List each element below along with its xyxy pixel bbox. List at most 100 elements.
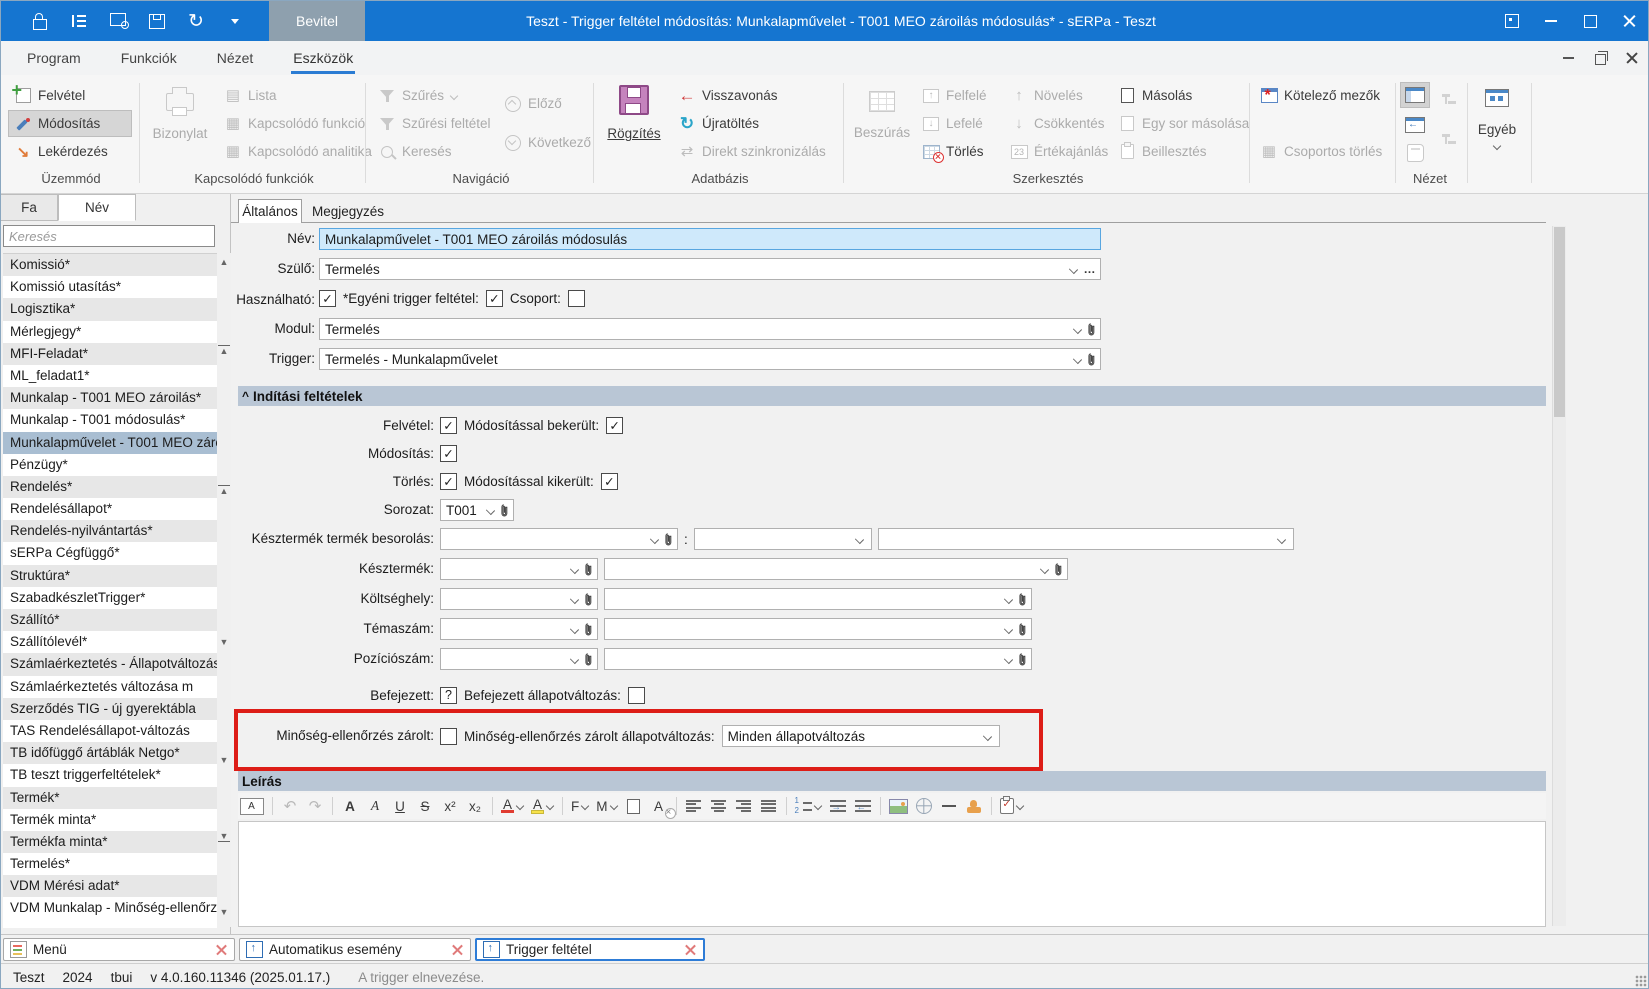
close-tab-icon[interactable] xyxy=(451,943,464,956)
chevron-down-icon[interactable] xyxy=(1003,594,1013,604)
insert-link-button[interactable] xyxy=(913,795,935,817)
ujratoltes-button[interactable]: ↻Újratöltés xyxy=(673,111,831,136)
list-item[interactable]: Munkalap - T001 MEO zároilás* xyxy=(3,387,217,409)
font-family-button[interactable]: F xyxy=(569,795,591,817)
szures-button[interactable]: Szűrés xyxy=(373,83,496,108)
refresh-button[interactable]: ↻ xyxy=(185,9,207,33)
stamp-button[interactable] xyxy=(963,795,985,817)
list-item[interactable]: TB időfüggő ártáblák Netgo* xyxy=(3,742,217,764)
list-item[interactable]: Mérlegjegy* xyxy=(3,321,217,343)
torles-button[interactable]: Törlés xyxy=(917,139,992,164)
kapcsolodo-analitika-button[interactable]: ▦Kapcsolódó analitika xyxy=(219,139,377,164)
tab-nezet[interactable]: Nézet xyxy=(215,43,256,73)
paperclip-icon[interactable] xyxy=(1017,592,1027,607)
hierarchy-button[interactable] xyxy=(68,9,90,33)
scroll-first-icon[interactable]: ▲ xyxy=(218,345,230,356)
lock-button[interactable] xyxy=(29,9,51,33)
underline-button[interactable]: U xyxy=(389,795,411,817)
section-inditasi-feltetelek[interactable]: ^ Indítási feltételek xyxy=(238,386,1546,406)
tab-program[interactable]: Program xyxy=(25,43,83,73)
subscript-button[interactable]: x₂ xyxy=(464,795,486,817)
mod-bekerult-checkbox[interactable]: ✓ xyxy=(606,417,623,434)
align-justify-button[interactable] xyxy=(758,795,780,817)
list-item[interactable]: Rendelésállapot* xyxy=(3,498,217,520)
list-item[interactable]: MFI-Feladat* xyxy=(3,343,217,365)
chevron-down-icon[interactable] xyxy=(983,731,993,741)
clear-format-button[interactable]: A xyxy=(648,795,670,817)
minoseg-allapot-dropdown[interactable]: Minden állapotváltozás xyxy=(722,725,1000,747)
paperclip-icon[interactable] xyxy=(583,592,593,607)
egy-sor-masolasa-button[interactable]: Egy sor másolása xyxy=(1113,111,1254,136)
close-tab-icon[interactable] xyxy=(684,943,697,956)
besorolas-dropdown-1[interactable] xyxy=(440,528,678,550)
modul-dropdown[interactable]: Termelés xyxy=(319,318,1101,340)
scroll-next-group2-icon[interactable]: ▼ xyxy=(218,755,230,765)
view-layout-button-2[interactable] xyxy=(1401,113,1429,137)
list-item[interactable]: Rendelés* xyxy=(3,476,217,498)
scroll-next-group-icon[interactable]: ▼ xyxy=(218,637,230,647)
doc-tab-automatikus-esemeny[interactable]: Automatikus esemény xyxy=(239,938,471,961)
elozo-button[interactable]: Előző xyxy=(499,91,596,116)
list-item[interactable]: ML_feladat1* xyxy=(3,365,217,387)
bizonylat-button[interactable]: Bizonylat xyxy=(147,83,213,173)
rogzites-button[interactable]: Rögzítés xyxy=(601,83,667,173)
chevron-down-icon[interactable] xyxy=(1277,534,1287,544)
description-editor[interactable] xyxy=(238,821,1546,927)
temaszam-dropdown-2[interactable] xyxy=(604,618,1032,640)
list-item[interactable]: Rendelés-nyilvántartás* xyxy=(3,520,217,542)
mdi-close-button[interactable] xyxy=(1617,45,1647,71)
chevron-down-icon[interactable] xyxy=(649,534,659,544)
szulo-dropdown[interactable]: Termelés … xyxy=(319,258,1101,280)
list-item[interactable]: TB teszt triggerfeltételek* xyxy=(3,764,217,786)
list-item[interactable]: Szállító* xyxy=(3,609,217,631)
list-item[interactable]: Komissió* xyxy=(3,254,217,276)
kotelezo-mezok-button[interactable]: Kötelező mezők xyxy=(1255,83,1385,108)
highlight-color-button[interactable]: A xyxy=(529,795,556,817)
sorozat-dropdown[interactable]: T001 xyxy=(440,499,514,521)
paperclip-icon[interactable] xyxy=(663,532,673,547)
paperclip-icon[interactable] xyxy=(1053,562,1063,577)
chevron-down-icon[interactable] xyxy=(1003,624,1013,634)
list-item[interactable]: sERPa Cégfüggő* xyxy=(3,542,217,564)
section-leiras[interactable]: Leírás xyxy=(238,771,1546,791)
scrollbar-thumb[interactable] xyxy=(1554,227,1565,417)
koltseghely-dropdown-2[interactable] xyxy=(604,588,1032,610)
direkt-szinkronizalas-button[interactable]: ⇄Direkt szinkronizálás xyxy=(673,139,831,164)
list-item[interactable]: Szállítólevél* xyxy=(3,631,217,653)
koltseghely-dropdown-1[interactable] xyxy=(440,588,598,610)
paperclip-icon[interactable] xyxy=(1017,622,1027,637)
list-item[interactable]: Termék* xyxy=(3,787,217,809)
beszuras-button[interactable]: Beszúrás xyxy=(851,83,913,173)
felvetel-button[interactable]: Felvétel xyxy=(9,83,131,108)
egyeb-button[interactable]: Egyéb xyxy=(1471,83,1523,173)
save-button[interactable] xyxy=(146,9,168,33)
ertekajanlas-button[interactable]: 23Értékajánlás xyxy=(1005,139,1113,164)
lekerdezes-button[interactable]: ↘Lekérdezés xyxy=(9,139,131,164)
chevron-down-icon[interactable] xyxy=(569,624,579,634)
doc-tab-menu[interactable]: Menü xyxy=(3,938,235,961)
font-color-button[interactable]: A xyxy=(499,795,526,817)
trigger-dropdown[interactable]: Termelés - Munkalapművelet xyxy=(319,348,1101,370)
sidebar-tab-fa[interactable]: Fa xyxy=(1,194,58,221)
mdi-restore-button[interactable] xyxy=(1585,45,1615,71)
scroll-last-icon[interactable]: ▼ xyxy=(218,831,230,842)
paperclip-icon[interactable] xyxy=(583,622,593,637)
paperclip-icon[interactable] xyxy=(1086,352,1096,367)
indent-decrease-button[interactable] xyxy=(852,795,874,817)
noveles-button[interactable]: ↑Növelés xyxy=(1005,83,1113,108)
szuresi-feltetel-button[interactable]: Szűrési feltétel xyxy=(373,111,496,136)
chevron-down-icon[interactable] xyxy=(569,654,579,664)
insert-image-button[interactable] xyxy=(887,795,910,817)
paperclip-icon[interactable] xyxy=(583,652,593,667)
modositas-button[interactable]: Módosítás xyxy=(9,111,131,136)
resize-grip-icon[interactable] xyxy=(1635,975,1647,987)
list-item[interactable]: Pénzügy* xyxy=(3,454,217,476)
superscript-button[interactable]: x² xyxy=(439,795,461,817)
window-search-button[interactable] xyxy=(107,9,129,33)
besorolas-dropdown-2[interactable] xyxy=(694,528,872,550)
clipboard-check-button[interactable] xyxy=(998,795,1026,817)
paperclip-icon[interactable] xyxy=(583,562,593,577)
maximize-button[interactable] xyxy=(1573,1,1607,41)
numbered-list-button[interactable] xyxy=(793,795,824,817)
align-center-button[interactable] xyxy=(708,795,730,817)
